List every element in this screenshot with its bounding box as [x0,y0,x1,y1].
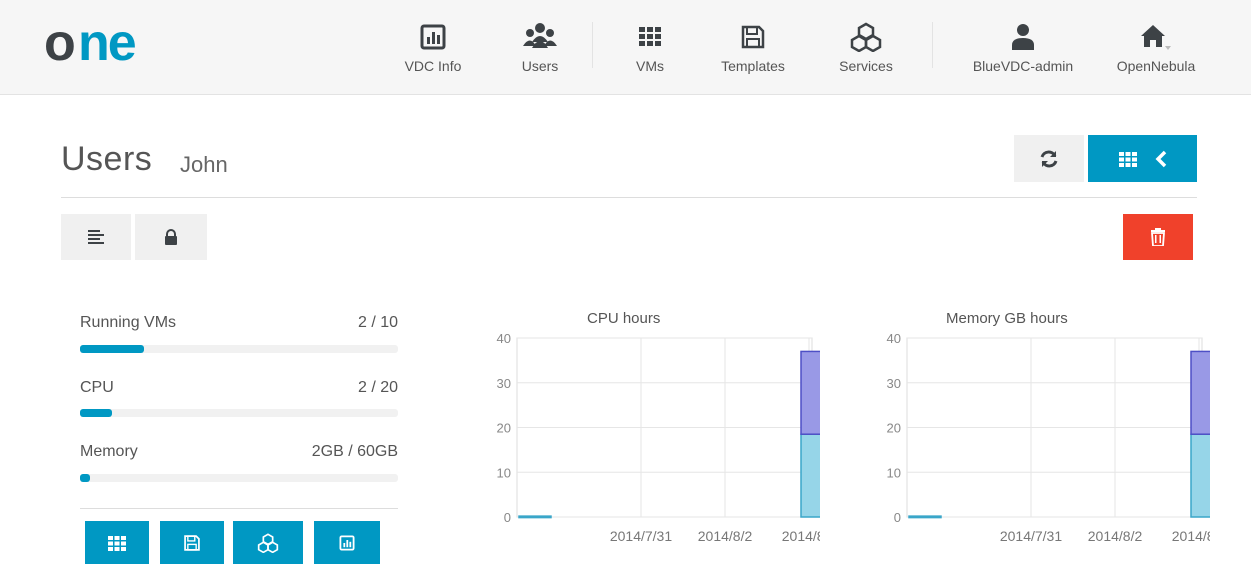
save-icon [184,534,200,551]
refresh-button[interactable] [1014,135,1084,182]
nav-divider [932,22,933,68]
quota-vms-button[interactable] [85,521,149,564]
y-tick-label: 40 [887,331,901,346]
y-tick-label: 40 [497,331,511,346]
grid-icon [108,535,126,551]
quota-memory-label: Memory [80,443,138,460]
quota-divider [80,508,398,509]
save-icon [741,25,765,49]
bar [800,433,820,518]
nav-vdc-info-label: VDC Info [404,58,462,74]
home-icon [1141,25,1171,50]
nav-users[interactable]: Users [505,22,575,82]
x-tick-label: 2014/8/2 [698,528,753,544]
user-icon [1012,24,1034,50]
quota-vdc-info-button[interactable] [314,521,380,564]
y-tick-label: 20 [497,421,511,436]
chart-memory-title: Memory GB hours [946,310,1068,327]
memory-gb-hours-chart: 0 10 20 30 40 2014/7/31 2014/8/2 2014/8/4 [887,331,1210,544]
quota-cpu-value: 2 / 20 [357,379,398,396]
y-tick-label: 30 [887,376,901,391]
cpu-hours-chart: 0 10 20 30 40 2014/7/31 2014/8/2 2014/8/4 [497,331,820,544]
lock-icon [165,229,177,245]
nav-user-menu[interactable]: BlueVDC-admin [968,22,1078,82]
nav-zone-menu[interactable]: OpenNebula [1108,22,1204,82]
tab-security[interactable] [135,214,207,260]
nav-templates-label: Templates [721,58,785,74]
quota-running-vms-label: Running VMs [80,314,177,331]
nav-user-label: BlueVDC-admin [972,58,1074,74]
page-title: Users [61,140,153,178]
bar [908,515,942,519]
bar [518,515,552,519]
quota-running-vms-value: 2 / 10 [357,314,398,331]
bar [1190,433,1210,518]
quota-bar-fill [80,409,112,417]
nav-users-label: Users [521,58,559,74]
y-tick-label: 30 [497,376,511,391]
grid-icon [639,27,661,46]
y-tick-label: 10 [887,465,901,480]
nav-zone-label: OpenNebula [1116,58,1196,74]
x-tick-label: 2014/7/31 [610,528,672,544]
x-tick-label: 2014/8/4 [782,528,820,544]
quota-bar-fill [80,345,144,353]
trash-icon [1151,228,1165,246]
chart-cpu-title: CPU hours [587,310,661,327]
quota-bar-fill [80,474,91,482]
cubes-icon [257,532,279,553]
quota-memory-bar [80,474,398,482]
nav-services[interactable]: Services [826,22,906,82]
svg-text:o: o [44,18,74,68]
chevron-left-icon [1155,150,1166,167]
x-tick-label: 2014/8/2 [1088,528,1143,544]
nav-templates[interactable]: Templates [710,22,796,82]
nav-vdc-info[interactable]: VDC Info [393,22,473,82]
nav-vms-label: VMs [636,58,664,74]
quota-cpu-label: CPU [80,379,114,396]
y-tick-label: 20 [887,421,901,436]
bar-chart-icon [420,24,446,50]
grid-icon [1118,151,1137,167]
title-divider [61,197,1197,198]
cubes-icon [850,22,882,52]
nav-services-label: Services [839,58,893,74]
align-left-icon [88,230,104,244]
quota-running-vms-bar [80,345,398,353]
quota-cpu-bar [80,409,398,417]
page-subtitle: John [180,152,228,177]
bar [800,350,820,435]
y-tick-label: 0 [504,510,511,525]
x-tick-label: 2014/8/4 [1172,528,1210,544]
x-tick-label: 2014/7/31 [1000,528,1062,544]
top-navbar: o ne VDC Info Users VMs Templates Servic… [0,0,1251,95]
tab-info[interactable] [61,214,131,260]
quota-templates-button[interactable] [160,521,224,564]
quota-memory-value: 2GB / 60GB [311,443,398,460]
nav-divider [592,22,593,68]
refresh-icon [1040,150,1058,167]
back-to-list-button[interactable] [1088,135,1197,182]
svg-text:ne: ne [78,18,136,68]
users-icon [523,23,557,48]
y-tick-label: 10 [497,465,511,480]
opennebula-logo[interactable]: o ne [44,18,184,68]
nav-vms[interactable]: VMs [620,22,680,82]
y-tick-label: 0 [894,510,901,525]
delete-button[interactable] [1123,214,1193,260]
bar [1190,350,1210,435]
bar-chart-icon [339,535,355,550]
quota-services-button[interactable] [233,521,303,564]
